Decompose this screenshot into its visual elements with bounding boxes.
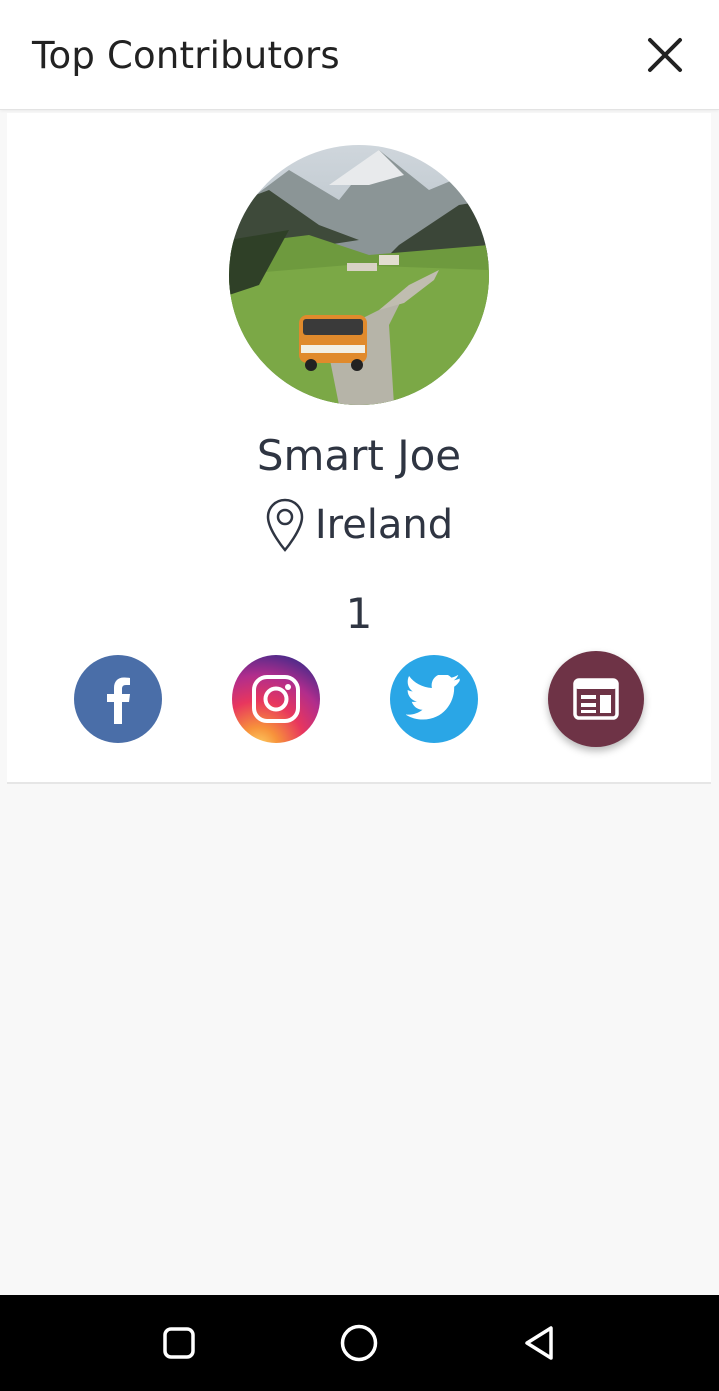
contributor-name: Smart Joe: [256, 431, 462, 480]
facebook-icon: [107, 677, 130, 724]
twitter-button[interactable]: [390, 655, 478, 743]
system-navigation-bar: [0, 1295, 719, 1391]
contribution-count: 1: [345, 589, 373, 638]
newspaper-icon: [573, 678, 619, 720]
home-button[interactable]: [333, 1317, 385, 1369]
square-icon: [163, 1327, 195, 1359]
triangle-back-icon: [525, 1326, 553, 1360]
close-button[interactable]: [640, 30, 690, 80]
page-title: Top Contributors: [32, 34, 340, 77]
back-button[interactable]: [513, 1317, 565, 1369]
avatar[interactable]: [229, 145, 489, 405]
location-label: Ireland: [314, 502, 454, 548]
circle-icon: [340, 1324, 378, 1362]
instagram-icon: [252, 675, 300, 723]
close-icon: [648, 38, 682, 72]
twitter-icon: [406, 675, 460, 720]
news-button[interactable]: [548, 651, 644, 747]
contributor-card: Smart Joe Ireland 1: [7, 113, 711, 784]
instagram-button[interactable]: [232, 655, 320, 743]
landscape-photo-avatar: [229, 145, 489, 405]
facebook-button[interactable]: [74, 655, 162, 743]
app-bar: Top Contributors: [0, 0, 719, 110]
recents-button[interactable]: [153, 1317, 205, 1369]
location-pin-icon: [266, 498, 304, 552]
location-row: Ireland: [7, 497, 711, 553]
